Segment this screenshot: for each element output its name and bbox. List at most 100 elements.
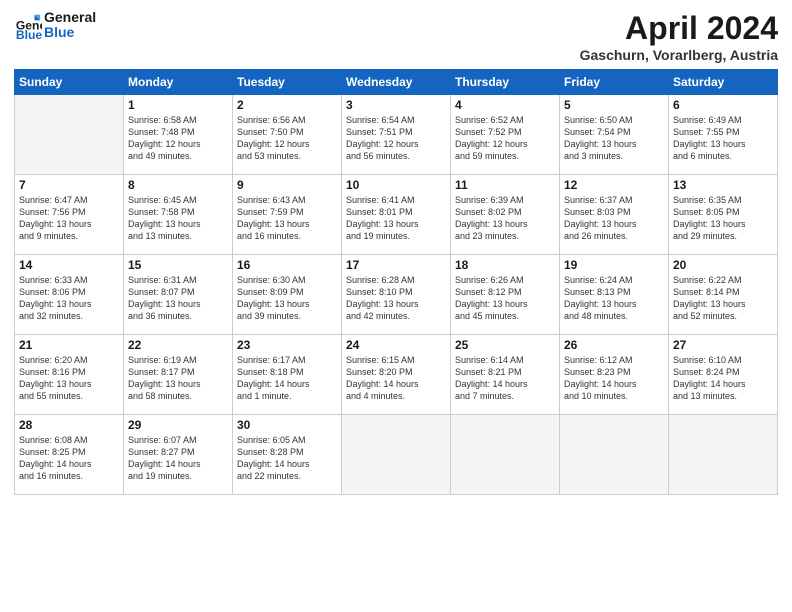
day-info: Sunrise: 6:31 AM Sunset: 8:07 PM Dayligh… [128, 274, 228, 323]
day-number: 13 [673, 178, 773, 192]
calendar-cell: 13 Sunrise: 6:35 AM Sunset: 8:05 PM Dayli… [669, 175, 778, 255]
calendar-cell: 3 Sunrise: 6:54 AM Sunset: 7:51 PM Daylig… [342, 95, 451, 175]
calendar-cell: 21Sunrise: 6:20 AM Sunset: 8:16 PM Dayli… [15, 335, 124, 415]
calendar-cell: 8 Sunrise: 6:45 AM Sunset: 7:58 PM Daylig… [124, 175, 233, 255]
calendar-cell [342, 415, 451, 495]
weekday-header: Thursday [451, 70, 560, 95]
day-number: 18 [455, 258, 555, 272]
weekday-header: Sunday [15, 70, 124, 95]
weekday-header: Friday [560, 70, 669, 95]
calendar-cell: 17 Sunrise: 6:28 AM Sunset: 8:10 PM Dayli… [342, 255, 451, 335]
day-number: 5 [564, 98, 664, 112]
calendar-cell: 16 Sunrise: 6:30 AM Sunset: 8:09 PM Dayli… [233, 255, 342, 335]
day-number: 23 [237, 338, 337, 352]
day-info: Sunrise: 6:50 AM Sunset: 7:54 PM Dayligh… [564, 114, 664, 163]
calendar-week-row: 7 Sunrise: 6:47 AM Sunset: 7:56 PM Daylig… [15, 175, 778, 255]
day-number: 3 [346, 98, 446, 112]
day-number: 29 [128, 418, 228, 432]
day-number: 4 [455, 98, 555, 112]
day-number: 30 [237, 418, 337, 432]
weekday-header: Saturday [669, 70, 778, 95]
day-info: Sunrise: 6:05 AM Sunset: 8:28 PM Dayligh… [237, 434, 337, 483]
location: Gaschurn, Vorarlberg, Austria [580, 47, 778, 63]
calendar-cell: 9 Sunrise: 6:43 AM Sunset: 7:59 PM Daylig… [233, 175, 342, 255]
day-info: Sunrise: 6:08 AM Sunset: 8:25 PM Dayligh… [19, 434, 119, 483]
weekday-header: Wednesday [342, 70, 451, 95]
day-info: Sunrise: 6:35 AM Sunset: 8:05 PM Dayligh… [673, 194, 773, 243]
calendar-week-row: 14Sunrise: 6:33 AM Sunset: 8:06 PM Dayli… [15, 255, 778, 335]
calendar-week-row: 1Sunrise: 6:58 AM Sunset: 7:48 PM Daylig… [15, 95, 778, 175]
calendar-cell [15, 95, 124, 175]
day-number: 27 [673, 338, 773, 352]
logo-icon: General Blue [14, 11, 42, 39]
day-number: 15 [128, 258, 228, 272]
calendar-cell: 20Sunrise: 6:22 AM Sunset: 8:14 PM Dayli… [669, 255, 778, 335]
day-number: 2 [237, 98, 337, 112]
day-info: Sunrise: 6:47 AM Sunset: 7:56 PM Dayligh… [19, 194, 119, 243]
calendar-cell [451, 415, 560, 495]
calendar-cell: 5 Sunrise: 6:50 AM Sunset: 7:54 PM Daylig… [560, 95, 669, 175]
day-number: 9 [237, 178, 337, 192]
logo: General Blue General Blue [14, 10, 96, 41]
day-info: Sunrise: 6:43 AM Sunset: 7:59 PM Dayligh… [237, 194, 337, 243]
calendar-week-row: 21Sunrise: 6:20 AM Sunset: 8:16 PM Dayli… [15, 335, 778, 415]
day-info: Sunrise: 6:37 AM Sunset: 8:03 PM Dayligh… [564, 194, 664, 243]
day-number: 1 [128, 98, 228, 112]
day-number: 7 [19, 178, 119, 192]
calendar-cell: 12 Sunrise: 6:37 AM Sunset: 8:03 PM Dayli… [560, 175, 669, 255]
day-info: Sunrise: 6:19 AM Sunset: 8:17 PM Dayligh… [128, 354, 228, 403]
day-info: Sunrise: 6:17 AM Sunset: 8:18 PM Dayligh… [237, 354, 337, 403]
day-info: Sunrise: 6:26 AM Sunset: 8:12 PM Dayligh… [455, 274, 555, 323]
page-header: General Blue General Blue April 2024 Gas… [14, 10, 778, 63]
calendar-cell: 7 Sunrise: 6:47 AM Sunset: 7:56 PM Daylig… [15, 175, 124, 255]
day-info: Sunrise: 6:12 AM Sunset: 8:23 PM Dayligh… [564, 354, 664, 403]
calendar-cell: 27 Sunrise: 6:10 AM Sunset: 8:24 PM Dayli… [669, 335, 778, 415]
calendar-cell [669, 415, 778, 495]
day-number: 12 [564, 178, 664, 192]
day-number: 14 [19, 258, 119, 272]
calendar-cell: 25Sunrise: 6:14 AM Sunset: 8:21 PM Dayli… [451, 335, 560, 415]
calendar-cell: 19Sunrise: 6:24 AM Sunset: 8:13 PM Dayli… [560, 255, 669, 335]
day-info: Sunrise: 6:15 AM Sunset: 8:20 PM Dayligh… [346, 354, 446, 403]
day-info: Sunrise: 6:52 AM Sunset: 7:52 PM Dayligh… [455, 114, 555, 163]
day-number: 28 [19, 418, 119, 432]
day-info: Sunrise: 6:41 AM Sunset: 8:01 PM Dayligh… [346, 194, 446, 243]
day-number: 21 [19, 338, 119, 352]
day-number: 20 [673, 258, 773, 272]
day-info: Sunrise: 6:10 AM Sunset: 8:24 PM Dayligh… [673, 354, 773, 403]
day-number: 11 [455, 178, 555, 192]
calendar-cell: 18 Sunrise: 6:26 AM Sunset: 8:12 PM Dayli… [451, 255, 560, 335]
weekday-header: Tuesday [233, 70, 342, 95]
title-block: April 2024 Gaschurn, Vorarlberg, Austria [580, 10, 778, 63]
calendar-table: SundayMondayTuesdayWednesdayThursdayFrid… [14, 69, 778, 495]
day-number: 22 [128, 338, 228, 352]
day-number: 16 [237, 258, 337, 272]
day-info: Sunrise: 6:14 AM Sunset: 8:21 PM Dayligh… [455, 354, 555, 403]
day-info: Sunrise: 6:56 AM Sunset: 7:50 PM Dayligh… [237, 114, 337, 163]
day-number: 10 [346, 178, 446, 192]
calendar-cell: 23 Sunrise: 6:17 AM Sunset: 8:18 PM Dayli… [233, 335, 342, 415]
day-info: Sunrise: 6:39 AM Sunset: 8:02 PM Dayligh… [455, 194, 555, 243]
calendar-cell: 22 Sunrise: 6:19 AM Sunset: 8:17 PM Dayli… [124, 335, 233, 415]
day-info: Sunrise: 6:30 AM Sunset: 8:09 PM Dayligh… [237, 274, 337, 323]
calendar-cell: 24Sunrise: 6:15 AM Sunset: 8:20 PM Dayli… [342, 335, 451, 415]
calendar-cell: 14Sunrise: 6:33 AM Sunset: 8:06 PM Dayli… [15, 255, 124, 335]
day-info: Sunrise: 6:28 AM Sunset: 8:10 PM Dayligh… [346, 274, 446, 323]
day-number: 17 [346, 258, 446, 272]
calendar-cell: 4 Sunrise: 6:52 AM Sunset: 7:52 PM Daylig… [451, 95, 560, 175]
day-info: Sunrise: 6:45 AM Sunset: 7:58 PM Dayligh… [128, 194, 228, 243]
calendar-week-row: 28 Sunrise: 6:08 AM Sunset: 8:25 PM Dayli… [15, 415, 778, 495]
calendar-cell: 28 Sunrise: 6:08 AM Sunset: 8:25 PM Dayli… [15, 415, 124, 495]
day-number: 6 [673, 98, 773, 112]
calendar-cell [560, 415, 669, 495]
day-info: Sunrise: 6:54 AM Sunset: 7:51 PM Dayligh… [346, 114, 446, 163]
day-info: Sunrise: 6:24 AM Sunset: 8:13 PM Dayligh… [564, 274, 664, 323]
day-info: Sunrise: 6:07 AM Sunset: 8:27 PM Dayligh… [128, 434, 228, 483]
calendar-cell: 15 Sunrise: 6:31 AM Sunset: 8:07 PM Dayli… [124, 255, 233, 335]
calendar-cell: 11 Sunrise: 6:39 AM Sunset: 8:02 PM Dayli… [451, 175, 560, 255]
day-number: 8 [128, 178, 228, 192]
logo-general: General [44, 10, 96, 25]
calendar-cell: 1Sunrise: 6:58 AM Sunset: 7:48 PM Daylig… [124, 95, 233, 175]
day-info: Sunrise: 6:49 AM Sunset: 7:55 PM Dayligh… [673, 114, 773, 163]
day-number: 26 [564, 338, 664, 352]
